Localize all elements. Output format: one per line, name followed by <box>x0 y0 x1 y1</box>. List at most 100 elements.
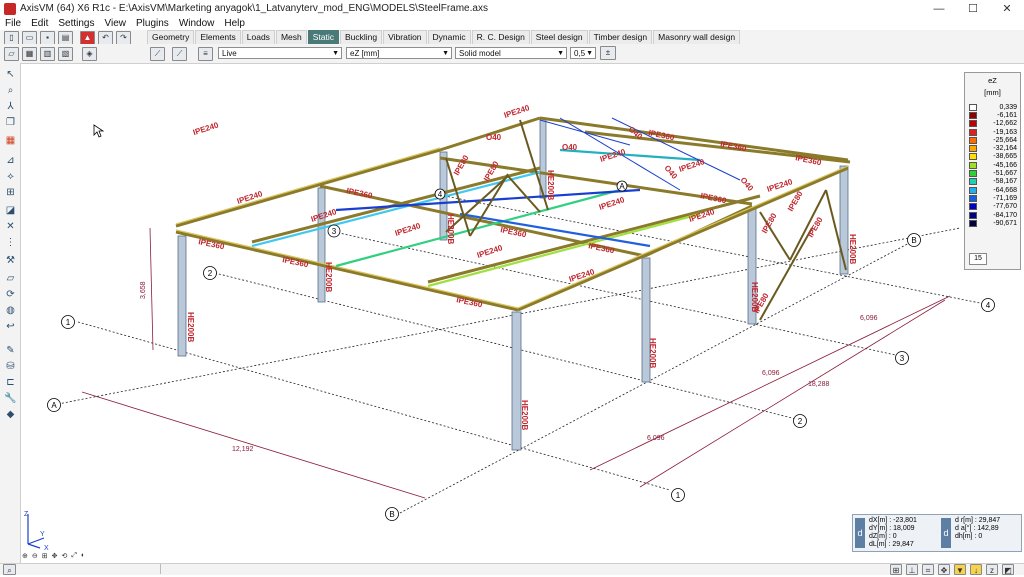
relative-coords-button[interactable]: d <box>855 518 865 548</box>
new-file-icon[interactable]: ▯ <box>4 31 19 45</box>
measure-icon[interactable]: ⊏ <box>4 377 17 389</box>
tab-timber-design[interactable]: Timber design <box>588 30 653 44</box>
copy-icon[interactable]: ❐ <box>4 117 17 129</box>
coord-dx: dX[m] : -23,801 <box>869 517 917 524</box>
title-bar: AxisVM (64) X6 R1c - E:\AxisVM\Marketing… <box>0 0 1024 18</box>
rotate-icon[interactable]: ⟳ <box>4 289 17 301</box>
display-mode-select[interactable]: Solid model ▼ <box>455 47 567 59</box>
tab-mesh[interactable]: Mesh <box>275 30 307 44</box>
view-icon[interactable]: z <box>986 564 998 575</box>
layer-icon[interactable]: ▱ <box>4 47 19 61</box>
tab-loads[interactable]: Loads <box>241 30 275 44</box>
save-icon[interactable]: ▪ <box>40 31 55 45</box>
ortho-icon[interactable]: ⊥ <box>906 564 918 575</box>
load-case-select[interactable]: Live ▼ <box>218 47 342 59</box>
display-options-icon[interactable]: ◈ <box>82 47 97 61</box>
tab-geometry[interactable]: Geometry <box>147 30 195 44</box>
rotate-view-icon[interactable]: ⟲ <box>62 552 68 560</box>
svg-text:IPE240: IPE240 <box>598 195 626 212</box>
tab-steel-design[interactable]: Steel design <box>530 30 588 44</box>
tab-rc-design[interactable]: R. C. Design <box>471 30 530 44</box>
filter-icon[interactable]: ⋮ <box>4 237 17 249</box>
svg-text:Y: Y <box>40 531 45 538</box>
snap-icon[interactable]: ⊞ <box>890 564 902 575</box>
diagram-icon[interactable]: ⟋ <box>150 47 165 61</box>
svg-text:4: 4 <box>438 190 443 199</box>
tab-static[interactable]: Static <box>307 30 339 44</box>
grid-icon[interactable]: ▦ <box>22 47 37 61</box>
svg-text:IPE360: IPE360 <box>198 237 226 251</box>
svg-text:IPE80: IPE80 <box>452 153 471 177</box>
support-icon[interactable]: ▼ <box>954 564 966 575</box>
frame-model-view[interactable]: 12,192 3,658 6,096 6,096 6,096 18,288 IP… <box>21 64 1024 556</box>
pdf-icon[interactable]: ▲ <box>80 31 95 45</box>
move-icon[interactable]: ✥ <box>938 564 950 575</box>
grid-snap-icon[interactable]: ⌗ <box>922 564 934 575</box>
library-icon[interactable]: ⛁ <box>4 361 17 373</box>
tab-vibration[interactable]: Vibration <box>383 30 427 44</box>
pan-icon[interactable]: ✥ <box>52 552 58 560</box>
scale-input[interactable]: 0,5 ▼ <box>570 47 596 59</box>
result-table-icon[interactable]: ≡ <box>198 47 213 61</box>
tab-buckling[interactable]: Buckling <box>340 30 383 44</box>
model-canvas[interactable]: 12,192 3,658 6,096 6,096 6,096 18,288 IP… <box>21 64 1024 556</box>
dim-total-label: 18,288 <box>808 381 830 388</box>
pencil-icon[interactable]: ✎ <box>4 345 17 357</box>
diagram-settings-icon[interactable]: ⟋ <box>172 47 187 61</box>
node-icon[interactable]: ⟡ <box>4 171 17 183</box>
render-icon[interactable]: ◐ <box>81 552 85 560</box>
svg-text:IPE360: IPE360 <box>282 255 310 269</box>
workplane-icon[interactable]: ⚒ <box>4 255 17 267</box>
zoom-in-icon[interactable]: ⊕ <box>22 552 28 560</box>
chevron-down-icon: ▼ <box>332 50 339 57</box>
open-folder-icon[interactable]: ▭ <box>22 31 37 45</box>
pointer-icon[interactable]: ↖ <box>4 69 17 81</box>
undo-view-icon[interactable]: ↩ <box>4 321 17 333</box>
zoom-icon[interactable]: ⌕ <box>4 85 17 97</box>
tab-elements[interactable]: Elements <box>195 30 241 44</box>
menu-plugins[interactable]: Plugins <box>131 18 174 29</box>
coordinate-info-box: d dX[m] : -23,801 dY[m] : 18,009 dZ[m] :… <box>852 514 1022 552</box>
axes-icon[interactable]: ⅄ <box>4 101 17 113</box>
section-icon[interactable]: ◪ <box>4 205 17 217</box>
polar-coords-button[interactable]: d <box>941 518 951 548</box>
zoom-out-icon[interactable]: ⊖ <box>32 552 38 560</box>
plane-icon[interactable]: ▱ <box>4 273 17 285</box>
tools-icon[interactable]: 🔧 <box>4 393 17 405</box>
dimension-icon[interactable]: ⊿ <box>4 155 17 167</box>
fit-view-icon[interactable]: ⤢ <box>71 552 77 560</box>
menu-edit[interactable]: Edit <box>26 18 53 29</box>
table-icon[interactable]: ▥ <box>40 47 55 61</box>
load-icon[interactable]: ↓ <box>970 564 982 575</box>
legend-row: -71,169 <box>969 194 1020 202</box>
maximize-button[interactable]: ☐ <box>956 0 990 17</box>
close-button[interactable]: ✕ <box>990 0 1024 17</box>
mesh-icon[interactable]: ⊞ <box>4 187 17 199</box>
search-icon[interactable]: ⌕ <box>3 564 16 575</box>
color-icon[interactable]: ▦ <box>4 135 17 147</box>
fill-icon[interactable]: ◍ <box>4 305 17 317</box>
zoom-window-icon[interactable]: ⊞ <box>42 552 48 560</box>
color-legend[interactable]: eZ [mm] 0,339 -6,161 -12,662 -19,163 -25,664… <box>964 72 1021 270</box>
legend-swatch <box>969 153 977 161</box>
menu-window[interactable]: Window <box>174 18 220 29</box>
wrench-icon[interactable]: ✕ <box>4 221 17 233</box>
tab-dynamic[interactable]: Dynamic <box>427 30 471 44</box>
redo-icon[interactable]: ↷ <box>116 31 131 45</box>
svg-text:IPE360: IPE360 <box>346 186 374 200</box>
component-select[interactable]: eZ [mm] ▼ <box>346 47 452 59</box>
minmax-icon[interactable]: ± <box>600 46 616 60</box>
menu-view[interactable]: View <box>100 18 132 29</box>
report-icon[interactable]: ▧ <box>58 47 73 61</box>
legend-row: -12,662 <box>969 120 1020 128</box>
minimize-button[interactable]: — <box>922 0 956 17</box>
menu-file[interactable]: File <box>0 18 26 29</box>
print-icon[interactable]: ▤ <box>58 31 73 45</box>
legend-count-input[interactable]: 15 <box>969 253 987 265</box>
menu-help[interactable]: Help <box>219 18 250 29</box>
tab-masonry-wall-design[interactable]: Masonry wall design <box>653 30 741 44</box>
perspective-icon[interactable]: ◩ <box>1002 564 1014 575</box>
undo-icon[interactable]: ↶ <box>98 31 113 45</box>
menu-settings[interactable]: Settings <box>53 18 99 29</box>
warning-icon[interactable]: ◆ <box>4 409 17 421</box>
